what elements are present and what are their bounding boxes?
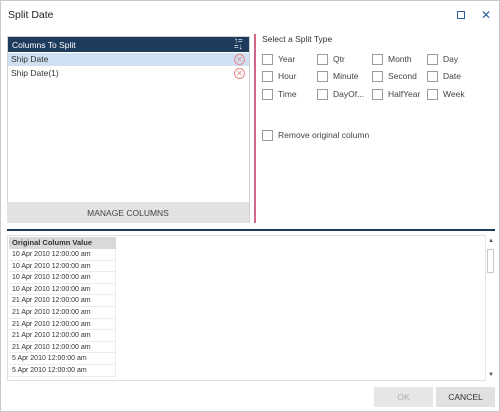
- table-row: 10 Apr 2010 12:00:00 am: [9, 272, 116, 284]
- checkbox-box[interactable]: [372, 53, 383, 65]
- sort-icon[interactable]: ↑= =↓: [234, 37, 246, 51]
- checkbox-label: Month: [388, 54, 412, 64]
- table-row: 21 Apr 2010 12:00:00 am: [9, 341, 116, 354]
- scroll-up-icon[interactable]: ▲: [487, 237, 495, 245]
- split-date-dialog: Split Date ✕ Columns To Split ↑= =↓ Ship …: [0, 0, 500, 412]
- scroll-thumb[interactable]: [487, 249, 494, 273]
- checkbox-box[interactable]: [427, 53, 438, 65]
- column-item-label: Ship Date: [11, 54, 49, 64]
- checkbox-year[interactable]: Year: [262, 53, 295, 65]
- checkbox-minute[interactable]: Minute: [317, 70, 359, 82]
- checkbox-label: Second: [388, 71, 417, 81]
- split-type-title: Select a Split Type: [262, 34, 333, 44]
- close-icon: ✕: [480, 8, 492, 22]
- checkbox-month[interactable]: Month: [372, 53, 412, 65]
- checkbox-box[interactable]: [372, 70, 383, 82]
- column-item-label: Ship Date(1): [11, 68, 59, 78]
- checkbox-dayof[interactable]: DayOf...: [317, 88, 364, 100]
- title-bar: Split Date ✕: [1, 1, 499, 29]
- manage-columns-button[interactable]: MANAGE COLUMNS: [7, 202, 249, 223]
- checkbox-hour[interactable]: Hour: [262, 70, 296, 82]
- table-row: 10 Apr 2010 12:00:00 am: [9, 260, 116, 273]
- close-button[interactable]: ✕: [478, 7, 494, 23]
- checkbox-box[interactable]: [427, 70, 438, 82]
- columns-header-label: Columns To Split: [12, 40, 76, 50]
- grid-column-header: Original Column Value: [9, 237, 116, 249]
- section-divider: [7, 229, 495, 231]
- table-row: 10 Apr 2010 12:00:00 am: [9, 249, 116, 261]
- checkbox-qtr[interactable]: Qtr: [317, 53, 345, 65]
- checkbox-halfyear[interactable]: HalfYear: [372, 88, 420, 100]
- checkbox-week[interactable]: Week: [427, 88, 465, 100]
- checkbox-label: Year: [278, 54, 296, 64]
- checkbox-label: Minute: [333, 71, 359, 81]
- table-row: 5 Apr 2010 12:00:00 am: [9, 353, 116, 365]
- preview-grid: Original Column Value 10 Apr 2010 12:00:…: [7, 235, 495, 381]
- scroll-down-icon[interactable]: ▼: [487, 371, 495, 379]
- checkbox-label: Hour: [278, 71, 297, 81]
- ok-button[interactable]: OK: [374, 387, 433, 407]
- checkbox-label: HalfYear: [388, 89, 421, 99]
- remove-column-icon[interactable]: ✕: [234, 68, 245, 79]
- table-row: 21 Apr 2010 12:00:00 am: [9, 295, 116, 307]
- table-row: 21 Apr 2010 12:00:00 am: [9, 307, 116, 319]
- checkbox-box[interactable]: [262, 53, 273, 65]
- checkbox-day[interactable]: Day: [427, 53, 458, 65]
- column-item-ship-date[interactable]: Ship Date ✕: [8, 53, 249, 66]
- checkbox-second[interactable]: Second: [372, 70, 417, 82]
- checkbox-label: DayOf...: [333, 89, 365, 99]
- table-row: 21 Apr 2010 12:00:00 am: [9, 330, 116, 342]
- checkbox-label: Day: [443, 54, 459, 64]
- checkbox-label: Remove original column: [278, 130, 370, 140]
- columns-to-split-panel: Columns To Split ↑= =↓ Ship Date ✕ Ship D…: [7, 36, 250, 223]
- checkbox-remove-original[interactable]: Remove original column: [262, 129, 369, 141]
- dialog-title: Split Date: [8, 9, 54, 21]
- table-row: 5 Apr 2010 12:00:00 am: [9, 365, 116, 377]
- checkbox-label: Qtr: [333, 54, 345, 64]
- checkbox-box[interactable]: [262, 70, 273, 82]
- maximize-icon: [457, 11, 465, 19]
- checkbox-date[interactable]: Date: [427, 70, 461, 82]
- panel-divider: [254, 34, 256, 223]
- cancel-button[interactable]: CANCEL: [436, 387, 495, 407]
- checkbox-label: Date: [443, 71, 461, 81]
- table-row: 10 Apr 2010 12:00:00 am: [9, 283, 116, 296]
- preview-scrollbar[interactable]: ▲ ▼: [485, 235, 495, 381]
- checkbox-box[interactable]: [317, 70, 328, 82]
- column-item-ship-date-1[interactable]: Ship Date(1) ✕: [8, 67, 249, 80]
- checkbox-box[interactable]: [372, 88, 383, 100]
- checkbox-box[interactable]: [427, 88, 438, 100]
- columns-header: Columns To Split ↑= =↓: [8, 37, 249, 52]
- checkbox-box[interactable]: [262, 88, 273, 100]
- checkbox-box[interactable]: [317, 88, 328, 100]
- remove-column-icon[interactable]: ✕: [234, 54, 245, 65]
- table-row: 21 Apr 2010 12:00:00 am: [9, 318, 116, 331]
- maximize-button[interactable]: [453, 7, 469, 23]
- checkbox-box[interactable]: [317, 53, 328, 65]
- checkbox-box[interactable]: [262, 129, 273, 141]
- checkbox-label: Week: [443, 89, 465, 99]
- checkbox-label: Time: [278, 89, 297, 99]
- checkbox-time[interactable]: Time: [262, 88, 297, 100]
